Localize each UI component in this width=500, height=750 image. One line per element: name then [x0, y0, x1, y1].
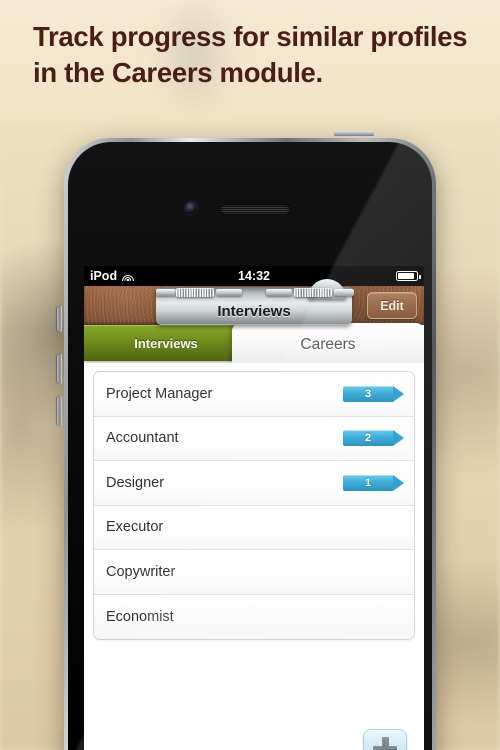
- list-item-label: Copywriter: [106, 563, 176, 580]
- badge-count: 3: [364, 387, 372, 400]
- silent-switch[interactable]: [57, 306, 62, 332]
- tab-interviews[interactable]: Interviews: [84, 325, 248, 361]
- nav-bar-spring-right: [294, 288, 332, 297]
- list-item-label: Executor: [106, 519, 164, 536]
- volume-up-button[interactable]: [57, 354, 62, 384]
- status-badge: 3: [343, 385, 404, 402]
- earpiece-speaker: [220, 205, 290, 214]
- front-camera-icon: [185, 202, 197, 214]
- nav-bar-pin: [216, 289, 242, 296]
- tab-careers-label: Careers: [300, 335, 356, 353]
- segmented-tab-strip: Interviews Careers: [84, 323, 424, 363]
- list-item-label: Economist: [106, 608, 174, 625]
- nav-bar-pin: [156, 289, 176, 296]
- navigation-bar: Interviews Edit: [84, 279, 424, 325]
- list-item-label: Project Manager: [106, 385, 213, 402]
- list-item[interactable]: Accountant 2: [94, 416, 414, 461]
- nav-bar-spring-left: [176, 288, 214, 297]
- list-item[interactable]: Economist: [94, 594, 414, 639]
- tab-careers[interactable]: Careers: [232, 323, 424, 363]
- iphone-device-mockup: iPod 14:32 Interviews Edit Interviews Ca…: [57, 131, 436, 750]
- promo-banner: Track progress for similar profiles in t…: [0, 0, 500, 122]
- nav-bar-pin: [334, 289, 354, 296]
- promo-headline: Track progress for similar profiles in t…: [33, 21, 468, 89]
- status-clock: 14:32: [238, 269, 270, 283]
- status-badge: 1: [343, 474, 404, 491]
- device-front-glass: iPod 14:32 Interviews Edit Interviews Ca…: [68, 142, 432, 750]
- plus-icon: [373, 737, 397, 750]
- content-area: Project Manager 3 Accountant 2 Designer: [84, 363, 424, 750]
- list-item[interactable]: Designer 1: [94, 461, 414, 506]
- volume-down-button[interactable]: [57, 396, 62, 426]
- list-item-label: Accountant: [106, 430, 179, 447]
- status-badge: 2: [343, 430, 404, 447]
- tab-interviews-label: Interviews: [134, 335, 198, 351]
- list-item[interactable]: Project Manager 3: [94, 372, 414, 417]
- status-bar: iPod 14:32: [84, 266, 424, 286]
- power-button[interactable]: [334, 131, 374, 136]
- device-screen: iPod 14:32 Interviews Edit Interviews Ca…: [84, 266, 424, 750]
- edit-button[interactable]: Edit: [367, 292, 417, 319]
- badge-count: 2: [364, 432, 372, 445]
- battery-icon: [396, 270, 421, 282]
- badge-count: 1: [364, 476, 372, 489]
- list-item[interactable]: Executor: [94, 505, 414, 550]
- nav-bar-pin: [266, 289, 292, 296]
- add-button[interactable]: [363, 729, 407, 750]
- page-title: Interviews: [217, 303, 291, 320]
- list-item-label: Designer: [106, 474, 165, 491]
- list-item[interactable]: Copywriter: [94, 550, 414, 595]
- careers-list: Project Manager 3 Accountant 2 Designer: [93, 371, 415, 640]
